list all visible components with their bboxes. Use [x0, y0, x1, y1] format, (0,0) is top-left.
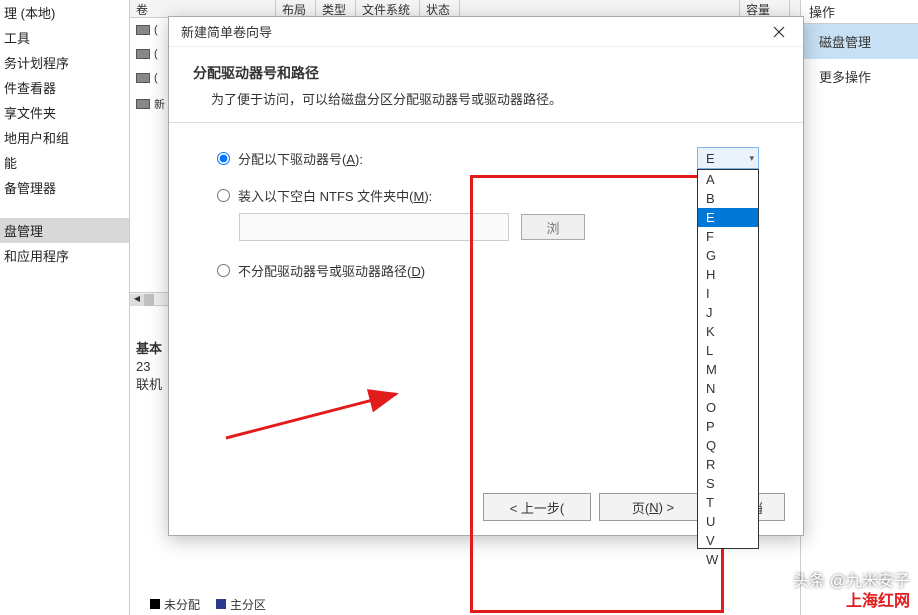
nav-item[interactable]: 理 (本地)	[0, 0, 129, 25]
actions-header: 操作	[801, 0, 918, 24]
action-disk-mgmt[interactable]: 磁盘管理	[801, 24, 918, 59]
actions-panel: 操作 磁盘管理 更多操作	[800, 0, 918, 615]
option-label: 分配以下驱动器号(A):	[238, 149, 363, 168]
drive-letter-option[interactable]: Q	[698, 436, 758, 455]
dialog-titlebar: 新建简单卷向导	[169, 17, 803, 47]
col-status[interactable]: 状态	[420, 0, 460, 17]
drive-letter-option[interactable]: B	[698, 189, 758, 208]
drive-letter-option[interactable]: W	[698, 550, 758, 569]
back-button[interactable]: < 上一步(	[483, 493, 591, 521]
chevron-down-icon: ▾	[749, 153, 754, 164]
drive-letter-option[interactable]: L	[698, 341, 758, 360]
disk-summary-title: 基本	[136, 341, 162, 356]
option-assign-letter[interactable]: 分配以下驱动器号(A):	[217, 149, 755, 168]
close-button[interactable]	[763, 20, 795, 44]
legend: 未分配 主分区	[150, 596, 266, 613]
col-type[interactable]: 类型	[316, 0, 356, 17]
legend-swatch-primary	[216, 599, 226, 609]
drive-letter-option[interactable]: H	[698, 265, 758, 284]
col-volume[interactable]: 卷	[130, 0, 276, 17]
drive-letter-option[interactable]: S	[698, 474, 758, 493]
scroll-thumb[interactable]	[144, 294, 154, 306]
nav-item[interactable]: 地用户和组	[0, 125, 129, 150]
left-nav: 理 (本地) 工具 务计划程序 件查看器 享文件夹 地用户和组 能 备管理器 盘…	[0, 0, 130, 615]
nav-item[interactable]: 件查看器	[0, 75, 129, 100]
drive-letter-option[interactable]: E	[698, 208, 758, 227]
legend-label: 未分配	[164, 598, 200, 612]
disk-icon	[136, 99, 150, 109]
drive-letter-option[interactable]: G	[698, 246, 758, 265]
col-layout[interactable]: 布局	[276, 0, 316, 17]
drive-letter-option[interactable]: U	[698, 512, 758, 531]
option-label: 不分配驱动器号或驱动器路径(D)	[238, 261, 425, 280]
dialog-heading: 分配驱动器号和路径	[193, 63, 779, 83]
dialog-body: 分配以下驱动器号(A): 装入以下空白 NTFS 文件夹中(M): 浏 不分配驱…	[169, 123, 803, 483]
disk-icon	[136, 25, 150, 35]
disk-icon	[136, 73, 150, 83]
col-spacer	[460, 0, 740, 17]
folder-path-input[interactable]	[239, 213, 509, 241]
drive-letter-option[interactable]: J	[698, 303, 758, 322]
browse-button[interactable]: 浏	[521, 214, 585, 240]
radio-mount-folder[interactable]	[217, 189, 230, 202]
drive-letter-select[interactable]: E ▾	[697, 147, 759, 169]
selected-letter: E	[706, 151, 715, 166]
drive-letter-option[interactable]: K	[698, 322, 758, 341]
drive-letter-dropdown[interactable]: E ▾ ABEFGHIJKLMNOPQRSTUVW	[697, 147, 759, 169]
drive-letter-option[interactable]: R	[698, 455, 758, 474]
disk-summary-size: 23	[136, 359, 150, 374]
col-capacity[interactable]: 容量	[740, 0, 790, 17]
col-fs[interactable]: 文件系统	[356, 0, 420, 17]
nav-item[interactable]: 享文件夹	[0, 100, 129, 125]
drive-letter-option[interactable]: A	[698, 170, 758, 189]
drive-letter-option[interactable]: V	[698, 531, 758, 550]
drive-letter-option[interactable]: N	[698, 379, 758, 398]
dialog-header: 分配驱动器号和路径 为了便于访问，可以给磁盘分区分配驱动器号或驱动器路径。	[169, 47, 803, 123]
disk-summary: 基本 23 联机	[136, 340, 162, 395]
drive-letter-option[interactable]: O	[698, 398, 758, 417]
disk-summary-status: 联机	[136, 377, 162, 392]
dialog-subtext: 为了便于访问，可以给磁盘分区分配驱动器号或驱动器路径。	[193, 89, 779, 108]
disk-icon	[136, 49, 150, 59]
nav-item[interactable]: 备管理器	[0, 175, 129, 200]
drive-letter-option[interactable]: M	[698, 360, 758, 379]
drive-letter-option[interactable]: T	[698, 493, 758, 512]
option-label: 装入以下空白 NTFS 文件夹中(M):	[238, 186, 432, 205]
nav-item[interactable]: 工具	[0, 25, 129, 50]
drive-letter-list[interactable]: ABEFGHIJKLMNOPQRSTUVW	[697, 169, 759, 549]
action-more[interactable]: 更多操作	[801, 59, 918, 94]
nav-item[interactable]: 能	[0, 150, 129, 175]
legend-label: 主分区	[230, 598, 266, 612]
nav-item[interactable]: 务计划程序	[0, 50, 129, 75]
nav-item-disk-mgmt[interactable]: 盘管理	[0, 218, 129, 243]
dialog-title: 新建简单卷向导	[181, 22, 272, 41]
wizard-dialog: 新建简单卷向导 分配驱动器号和路径 为了便于访问，可以给磁盘分区分配驱动器号或驱…	[168, 16, 804, 536]
drive-letter-option[interactable]: I	[698, 284, 758, 303]
legend-swatch-unallocated	[150, 599, 160, 609]
option-no-assign[interactable]: 不分配驱动器号或驱动器路径(D)	[217, 261, 755, 280]
nav-item[interactable]: 和应用程序	[0, 243, 129, 268]
option-mount-folder[interactable]: 装入以下空白 NTFS 文件夹中(M):	[217, 186, 755, 205]
radio-assign-letter[interactable]	[217, 152, 230, 165]
next-button[interactable]: 页(N) >	[599, 493, 707, 521]
scroll-left-icon[interactable]: ◀	[130, 294, 144, 306]
close-icon	[773, 26, 785, 38]
watermark-source: 上海红网	[846, 587, 910, 611]
drive-letter-option[interactable]: P	[698, 417, 758, 436]
drive-letter-option[interactable]: F	[698, 227, 758, 246]
radio-no-assign[interactable]	[217, 264, 230, 277]
